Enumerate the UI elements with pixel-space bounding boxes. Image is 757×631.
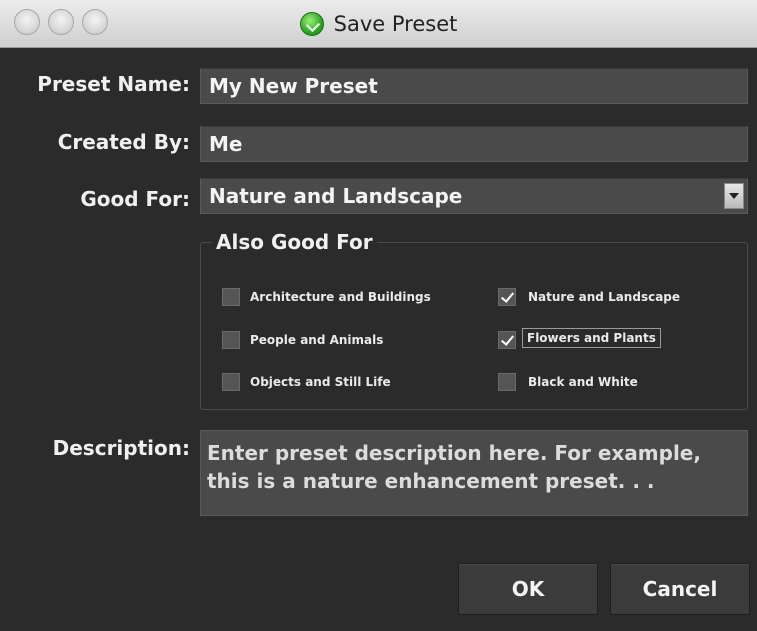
also-good-for-legend: Also Good For — [212, 230, 377, 254]
created-by-input[interactable]: Me — [200, 126, 748, 162]
preset-name-input[interactable]: My New Preset — [200, 68, 748, 104]
title-group: Save Preset — [0, 0, 757, 48]
checkbox-label-architecture-and-buildings[interactable]: Architecture and Buildings — [250, 290, 431, 304]
checkbox-label-nature-and-landscape[interactable]: Nature and Landscape — [528, 290, 680, 304]
checkbox-objects-and-still-life[interactable] — [222, 373, 240, 391]
checkbox-label-flowers-and-plants[interactable]: Flowers and Plants — [522, 328, 661, 348]
preset-name-label: Preset Name: — [37, 72, 190, 96]
window-title: Save Preset — [333, 12, 458, 36]
checkbox-label-objects-and-still-life[interactable]: Objects and Still Life — [250, 375, 391, 389]
checkbox-label-people-and-animals[interactable]: People and Animals — [250, 333, 383, 347]
checkbox-label-black-and-white[interactable]: Black and White — [528, 375, 638, 389]
checkbox-people-and-animals[interactable] — [222, 331, 240, 349]
checkbox-black-and-white[interactable] — [498, 373, 516, 391]
created-by-label: Created By: — [57, 130, 190, 154]
save-preset-dialog: Save Preset Preset Name: My New Preset C… — [0, 0, 757, 631]
description-textarea[interactable]: Enter preset description here. For examp… — [200, 430, 748, 516]
app-icon — [299, 12, 324, 36]
checkbox-architecture-and-buildings[interactable] — [222, 288, 240, 306]
checkbox-nature-and-landscape[interactable] — [498, 288, 516, 306]
description-label: Description: — [52, 436, 190, 460]
title-bar[interactable]: Save Preset — [0, 0, 757, 48]
checkbox-flowers-and-plants[interactable] — [498, 331, 516, 349]
good-for-label: Good For: — [80, 187, 190, 211]
good-for-selected-value: Nature and Landscape — [209, 184, 463, 208]
ok-button[interactable]: OK — [458, 563, 598, 615]
cancel-button[interactable]: Cancel — [610, 563, 750, 615]
good-for-select[interactable]: Nature and Landscape — [200, 178, 748, 214]
chevron-down-icon[interactable] — [724, 183, 744, 209]
